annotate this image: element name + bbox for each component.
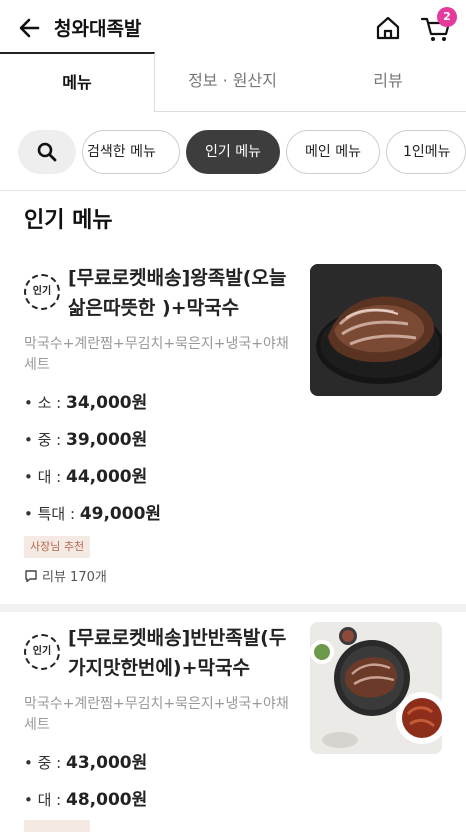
section-title: 인기 메뉴: [24, 208, 113, 233]
menu-item-description-cont: 세트: [24, 717, 50, 733]
menu-search-button[interactable]: [18, 130, 76, 174]
speech-bubble-icon: [25, 570, 37, 583]
menu-filter-chips: 검색한 메뉴 인기 메뉴 메인 메뉴 1인메뉴: [0, 128, 466, 176]
chip-popular-menu[interactable]: 인기 메뉴: [186, 130, 280, 174]
chip-searched-menu[interactable]: 검색한 메뉴: [82, 130, 180, 174]
popular-badge: 인기: [24, 274, 60, 310]
tab-info-origin[interactable]: 정보 · 원산지: [155, 52, 310, 112]
menu-item-description-cont: 세트: [24, 357, 50, 373]
chip-main-menu[interactable]: 메인 메뉴: [286, 130, 380, 174]
menu-item-description: 막국수+계란찜+무김치+묵은지+냉국+야채: [24, 696, 289, 712]
menu-item-photo[interactable]: [310, 622, 442, 754]
menu-item-name-line2: 가지맛한번에)+막국수: [68, 657, 250, 679]
half-jokbal-photo: [310, 622, 442, 754]
home-icon[interactable]: [374, 14, 402, 42]
menu-item-description: 막국수+계란찜+무김치+묵은지+냉국+야채: [24, 336, 289, 352]
price-option: • 대 : 44,000원: [24, 467, 148, 487]
recommend-badge-partial: [24, 820, 90, 832]
store-title: 청와대족발: [54, 18, 142, 40]
chip-single-menu[interactable]: 1인메뉴: [386, 130, 466, 174]
cart-count-badge: 2: [437, 7, 457, 27]
item-divider: [0, 604, 466, 612]
back-arrow-icon[interactable]: [16, 14, 44, 42]
owner-recommend-badge: 사장님 추천: [24, 536, 91, 558]
review-count: 리뷰 170개: [24, 566, 107, 585]
search-icon: [37, 142, 57, 162]
menu-item-name-line1: [무료로켓배송]반반족발(두: [68, 627, 287, 649]
menu-item-name-line2: 삶은따뜻한 )+막국수: [68, 297, 240, 319]
menu-item[interactable]: 인기 [무료로켓배송]왕족발(오늘 삶은따뜻한 )+막국수 막국수+계란찜+무김…: [0, 262, 466, 602]
jokbal-photo: [310, 264, 442, 396]
divider: [0, 190, 466, 191]
price-option: • 소 : 34,000원: [24, 393, 148, 413]
top-bar: 청와대족발 2: [0, 0, 466, 56]
tab-review[interactable]: 리뷰: [310, 52, 466, 112]
menu-item-photo[interactable]: [310, 264, 442, 396]
tab-bar: 메뉴 정보 · 원산지 리뷰: [0, 52, 466, 112]
menu-item[interactable]: 인기 [무료로켓배송]반반족발(두 가지맛한번에)+막국수 막국수+계란찜+무김…: [0, 622, 466, 832]
tab-menu[interactable]: 메뉴: [0, 52, 155, 112]
price-option: • 중 : 43,000원: [24, 753, 148, 773]
price-option: • 특대 : 49,000원: [24, 504, 162, 524]
price-option: • 대 : 48,000원: [24, 790, 148, 810]
price-option: • 중 : 39,000원: [24, 430, 148, 450]
menu-item-name-line1: [무료로켓배송]왕족발(오늘: [68, 267, 287, 289]
popular-badge: 인기: [24, 634, 60, 670]
